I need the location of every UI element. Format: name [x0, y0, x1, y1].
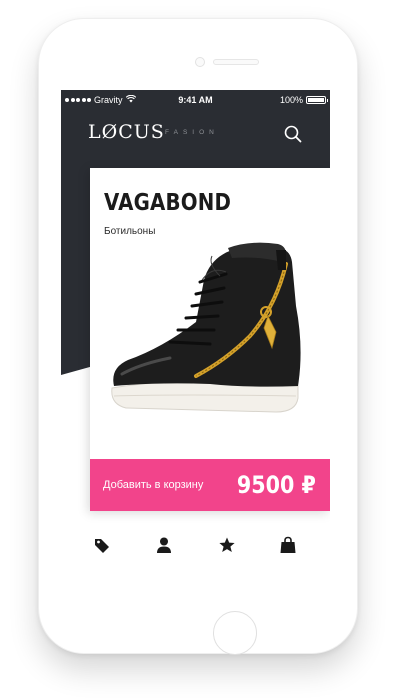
add-to-cart-button[interactable]: Добавить в корзину 9500 ₽: [90, 459, 330, 511]
tab-tags[interactable]: [93, 536, 111, 554]
product-image: [100, 236, 310, 426]
tab-bar: [61, 528, 330, 562]
battery-icon: [306, 96, 328, 104]
product-card[interactable]: VAGABOND Ботильоны Добавить в корзину 95…: [90, 168, 330, 511]
user-icon: [157, 537, 171, 553]
camera-icon: [195, 57, 205, 67]
status-bar: Gravity 9:41 AM 100%: [61, 90, 330, 110]
search-button[interactable]: [282, 123, 304, 145]
product-title: VAGABOND: [104, 190, 232, 216]
star-icon: [219, 537, 235, 552]
app-screen: Gravity 9:41 AM 100% LØCUS FASION VAGABO…: [61, 90, 330, 575]
tab-profile[interactable]: [155, 536, 173, 554]
tab-favorites[interactable]: [218, 536, 236, 554]
search-icon: [284, 125, 302, 143]
navbar: LØCUS FASION: [61, 114, 330, 154]
speaker-grille: [213, 59, 259, 65]
shopping-bag-icon: [280, 536, 296, 553]
product-price: 9500 ₽: [237, 471, 316, 499]
tag-icon: [95, 539, 109, 553]
brand-subtitle: FASION: [165, 129, 219, 136]
battery-label: 100%: [279, 95, 303, 105]
add-to-cart-label: Добавить в корзину: [103, 479, 204, 491]
tab-cart[interactable]: [279, 536, 297, 554]
home-button[interactable]: [213, 611, 257, 655]
status-battery-group: 100%: [279, 95, 328, 105]
device-mockup: Gravity 9:41 AM 100% LØCUS FASION VAGABO…: [0, 0, 400, 700]
brand-logo[interactable]: LØCUS: [88, 121, 165, 143]
